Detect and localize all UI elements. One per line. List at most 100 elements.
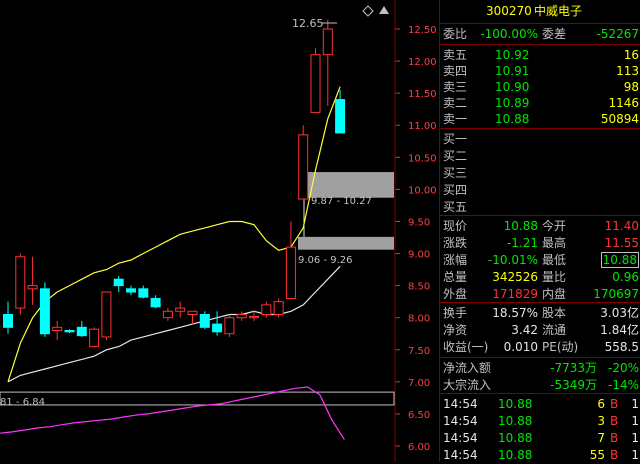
bid-row: 买四 bbox=[440, 181, 640, 199]
bid-row: 买三 bbox=[440, 164, 640, 182]
quote-value: 0.96 bbox=[612, 270, 639, 284]
quote-row: 涨幅 -10.01% 最低 10.88 bbox=[440, 251, 640, 269]
trade-count: 1 bbox=[631, 448, 639, 462]
quote-label: 今开 bbox=[542, 219, 567, 233]
candle-body bbox=[273, 301, 284, 315]
trade-row[interactable]: 14:54 10.88 3 B 1 bbox=[440, 412, 640, 430]
indicator-line bbox=[0, 386, 345, 440]
trade-time: 14:54 bbox=[443, 414, 478, 428]
trade-side: B bbox=[610, 397, 619, 411]
bid-label: 买五 bbox=[443, 200, 468, 214]
bid-label: 买三 bbox=[443, 166, 468, 180]
candle-body bbox=[298, 134, 309, 200]
trade-row[interactable]: 14:54 10.88 6 B 1 bbox=[440, 395, 640, 413]
price-axis: 12.50 12.00 11.50 11.00 10.50 10.00 9.50 9.00 8.… bbox=[408, 25, 437, 453]
quote-label: 量比 bbox=[542, 270, 567, 284]
quote-value: 10.88 bbox=[503, 219, 538, 233]
triangle-up-icon[interactable] bbox=[379, 6, 389, 14]
trade-side: B bbox=[610, 431, 619, 445]
candles bbox=[3, 19, 346, 348]
stats-label: 收益(一) bbox=[443, 340, 489, 354]
high-price-label: 12.65 bbox=[292, 17, 324, 30]
stock-title: 300270 中威电子 bbox=[440, 2, 640, 20]
ask-price: 10.88 bbox=[495, 112, 530, 126]
trade-count: 1 bbox=[631, 431, 639, 445]
quote-label: 涨跌 bbox=[443, 236, 468, 250]
candle-body bbox=[199, 313, 210, 328]
stats-label: 换手 bbox=[443, 306, 468, 320]
flow-row: 净流入额 -7733万 -20% bbox=[440, 359, 640, 377]
y-tick-label: 9.00 bbox=[408, 250, 430, 261]
ask-row: 卖一 10.88 50894 bbox=[440, 110, 640, 128]
y-tick-label: 8.50 bbox=[408, 282, 430, 293]
stats-row: 净资 3.42 流通 1.84亿 bbox=[440, 321, 640, 339]
stats-value: 0.010 bbox=[503, 340, 538, 354]
quote-value: 11.55 bbox=[604, 236, 639, 250]
candle-body bbox=[187, 310, 198, 315]
quote-value: 170697 bbox=[593, 287, 639, 301]
candle-body bbox=[224, 317, 235, 335]
trade-volume: 7 bbox=[597, 431, 605, 445]
candle-body bbox=[162, 310, 173, 319]
zone-upper-label: 9.87 - 10.27 bbox=[311, 196, 372, 207]
trade-count: 1 bbox=[631, 397, 639, 411]
stats-value: 558.5 bbox=[604, 340, 639, 354]
candle-body bbox=[138, 288, 149, 298]
trade-row[interactable]: 14:54 10.88 55 B 1 bbox=[440, 446, 640, 464]
candle-body bbox=[126, 288, 136, 293]
indicator-line bbox=[0, 386, 345, 440]
stock-code: 300270 bbox=[486, 4, 532, 18]
trade-price: 10.88 bbox=[498, 448, 533, 462]
trade-price: 10.88 bbox=[498, 414, 533, 428]
stats-label: 净资 bbox=[443, 323, 468, 337]
bid-label: 买二 bbox=[443, 149, 468, 163]
candle-body bbox=[76, 326, 87, 337]
y-tick-label: 11.00 bbox=[408, 121, 437, 132]
y-tick-label: 12.50 bbox=[408, 25, 437, 36]
candle-body bbox=[212, 323, 223, 333]
stats-label: 流通 bbox=[542, 323, 567, 337]
quote-label: 外盘 bbox=[443, 287, 468, 301]
trade-price: 10.88 bbox=[498, 431, 533, 445]
quote-label: 现价 bbox=[443, 219, 468, 233]
trade-price: 10.88 bbox=[498, 397, 533, 411]
bid-row: 买二 bbox=[440, 147, 640, 165]
candle-body bbox=[335, 99, 346, 134]
candle-body bbox=[39, 288, 50, 335]
y-tick-label: 10.50 bbox=[408, 153, 437, 164]
trade-row[interactable]: 14:54 10.88 7 B 1 bbox=[440, 429, 640, 447]
quote-value: 10.88 bbox=[600, 252, 639, 268]
candle-body bbox=[15, 256, 26, 309]
zone-lower bbox=[298, 236, 394, 250]
flow-value: -5349万 bbox=[550, 378, 597, 392]
candle-body bbox=[261, 304, 272, 315]
bid-row: 买一 bbox=[440, 130, 640, 148]
bollinger-bands bbox=[7, 86, 341, 383]
trade-time: 14:54 bbox=[443, 448, 478, 462]
candle-body bbox=[89, 328, 100, 348]
zone-upper bbox=[308, 172, 394, 198]
y-tick-label: 10.00 bbox=[408, 185, 437, 196]
ask-volume: 50894 bbox=[600, 112, 639, 126]
candle-body bbox=[64, 330, 75, 333]
bid-row: 买五 bbox=[440, 198, 640, 216]
candle-body bbox=[113, 278, 124, 287]
stats-row: 收益(一) 0.010 PE(动) 558.5 bbox=[440, 338, 640, 356]
upper-band-line bbox=[7, 86, 341, 382]
trade-volume: 55 bbox=[589, 448, 605, 462]
zone-bottom bbox=[0, 391, 395, 406]
candle-body bbox=[236, 313, 247, 319]
y-tick-label: 8.00 bbox=[408, 314, 430, 325]
commission-row: 委比 -100.00% 委差 -52267 bbox=[443, 27, 639, 41]
flow-label: 大宗流入 bbox=[443, 378, 492, 392]
quote-label: 总量 bbox=[443, 270, 468, 284]
candle-body bbox=[310, 54, 321, 113]
flow-percent: -14% bbox=[607, 378, 639, 392]
quote-value: 171829 bbox=[492, 287, 538, 301]
stats-label: 股本 bbox=[542, 306, 567, 320]
quote-panel: 300270 中威电子 委比 -100.00% 委差 -52267 卖五 10.9… bbox=[439, 0, 640, 462]
flow-row: 大宗流入 -5349万 -14% bbox=[440, 376, 640, 394]
candlestick-chart: 12.50 12.00 11.50 11.00 10.50 10.00 9.50 9.00 8.… bbox=[0, 0, 437, 462]
diamond-icon[interactable] bbox=[362, 5, 374, 17]
candle-body bbox=[249, 315, 259, 319]
